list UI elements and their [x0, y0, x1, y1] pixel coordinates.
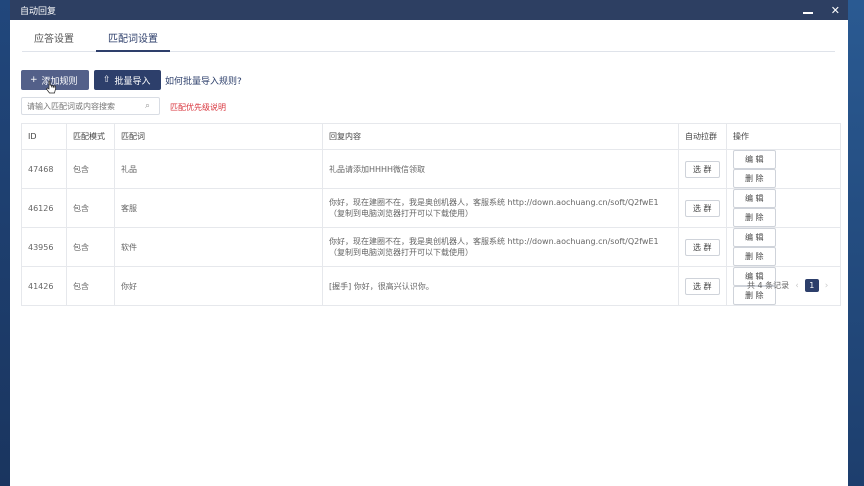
next-page-icon[interactable]: › — [825, 281, 829, 291]
close-icon[interactable]: ✕ — [831, 4, 840, 17]
auto-reply-window: 自动回复 ✕ 应答设置 匹配词设置 + 添加规则 ⇧ 批量导入 如何批量导入规则… — [10, 0, 848, 486]
header-reply-content: 回复内容 — [322, 123, 679, 150]
search-icon[interactable]: ⌕ — [145, 101, 150, 111]
cell-match-mode: 包含 — [66, 266, 115, 306]
cell-match-mode: 包含 — [66, 149, 115, 189]
header-keyword: 匹配词 — [114, 123, 323, 150]
table-row: 46126 包含 客服 你好，现在建圈不在，我是奥创机器人，客服系统 http:… — [21, 188, 841, 228]
cell-auto-pull: 选 群 — [678, 266, 727, 306]
cell-actions: 编 辑删 除 — [726, 188, 841, 228]
reply-line: 礼品请添加HHHH微信领取 — [329, 164, 426, 174]
cell-keyword: 你好 — [114, 266, 323, 306]
reply-line: [握手] 你好，很高兴认识你。 — [329, 281, 434, 291]
batch-import-help-link[interactable]: 如何批量导入规则? — [165, 74, 242, 87]
reply-line: 你好，现在建圈不在，我是奥创机器人，客服系统 http://down.aochu… — [329, 198, 659, 207]
total-records: 共 4 条记录 — [747, 281, 790, 290]
table-row: 41426 包含 你好 [握手] 你好，很高兴认识你。 选 群 编 辑删 除 — [21, 266, 841, 306]
edit-button[interactable]: 编 辑 — [733, 150, 776, 169]
select-group-button[interactable]: 选 群 — [685, 238, 720, 256]
tab-reply-settings[interactable]: 应答设置 — [22, 32, 86, 52]
cell-id: 41426 — [21, 266, 67, 306]
edit-button[interactable]: 编 辑 — [733, 189, 776, 208]
reply-line: 你好，现在建圈不在，我是奥创机器人，客服系统 http://down.aochu… — [329, 237, 659, 246]
cell-actions: 编 辑删 除 — [726, 227, 841, 267]
tab-keyword-settings[interactable]: 匹配词设置 — [96, 32, 170, 52]
window-title: 自动回复 — [20, 6, 57, 17]
search-input[interactable] — [27, 101, 145, 111]
cell-id: 43956 — [21, 227, 67, 267]
batch-import-button[interactable]: ⇧ 批量导入 — [94, 70, 161, 90]
select-group-button[interactable]: 选 群 — [685, 199, 720, 217]
priority-explanation-link[interactable]: 匹配优先级说明 — [170, 102, 226, 113]
table-header-row: ID 匹配模式 匹配词 回复内容 自动拉群 操作 — [21, 123, 841, 150]
cell-reply-content: [握手] 你好，很高兴认识你。 — [322, 266, 679, 306]
cell-match-mode: 包含 — [66, 227, 115, 267]
select-group-button[interactable]: 选 群 — [685, 277, 720, 295]
header-actions: 操作 — [726, 123, 841, 150]
reply-line: （复制到电脑浏览器打开可以下载使用） — [329, 209, 473, 218]
header-auto-pull-group: 自动拉群 — [678, 123, 727, 150]
cell-id: 46126 — [21, 188, 67, 228]
table-row: 47468 包含 礼品 礼品请添加HHHH微信领取 选 群 编 辑删 除 — [21, 149, 841, 189]
cell-id: 47468 — [21, 149, 67, 189]
header-match-mode: 匹配模式 — [66, 123, 115, 150]
cell-match-mode: 包含 — [66, 188, 115, 228]
prev-page-icon[interactable]: ‹ — [795, 281, 799, 291]
title-bar: 自动回复 ✕ — [10, 0, 848, 20]
delete-button[interactable]: 删 除 — [733, 247, 776, 266]
cell-reply-content: 你好，现在建圈不在，我是奥创机器人，客服系统 http://down.aochu… — [322, 188, 679, 228]
cell-auto-pull: 选 群 — [678, 188, 727, 228]
select-group-button[interactable]: 选 群 — [685, 160, 720, 178]
upload-icon: ⇧ — [103, 75, 111, 85]
reply-line: （复制到电脑浏览器打开可以下载使用） — [329, 248, 473, 257]
mouse-cursor-icon — [46, 80, 56, 94]
search-box: ⌕ — [21, 97, 160, 115]
cell-keyword: 客服 — [114, 188, 323, 228]
desktop-background-left — [0, 0, 10, 486]
edit-button[interactable]: 编 辑 — [733, 228, 776, 247]
cell-keyword: 软件 — [114, 227, 323, 267]
header-id: ID — [21, 123, 67, 150]
desktop-background-right — [848, 0, 864, 486]
delete-button[interactable]: 删 除 — [733, 208, 776, 227]
cell-auto-pull: 选 群 — [678, 227, 727, 267]
plus-icon: + — [30, 75, 38, 85]
batch-import-label: 批量导入 — [114, 76, 151, 87]
page-1-button[interactable]: 1 — [804, 279, 819, 292]
pagination: 共 4 条记录 ‹ 1 › — [747, 279, 828, 292]
rules-table: ID 匹配模式 匹配词 回复内容 自动拉群 操作 47468 包含 礼品 礼品请… — [21, 123, 841, 306]
cell-keyword: 礼品 — [114, 149, 323, 189]
cell-reply-content: 你好，现在建圈不在，我是奥创机器人，客服系统 http://down.aochu… — [322, 227, 679, 267]
cell-actions: 编 辑删 除 — [726, 149, 841, 189]
tab-bar: 应答设置 匹配词设置 — [22, 32, 835, 52]
cell-auto-pull: 选 群 — [678, 149, 727, 189]
table-row: 43956 包含 软件 你好，现在建圈不在，我是奥创机器人，客服系统 http:… — [21, 227, 841, 267]
delete-button[interactable]: 删 除 — [733, 169, 776, 188]
window-controls: ✕ — [802, 4, 840, 17]
minimize-icon[interactable] — [802, 4, 813, 17]
cell-reply-content: 礼品请添加HHHH微信领取 — [322, 149, 679, 189]
